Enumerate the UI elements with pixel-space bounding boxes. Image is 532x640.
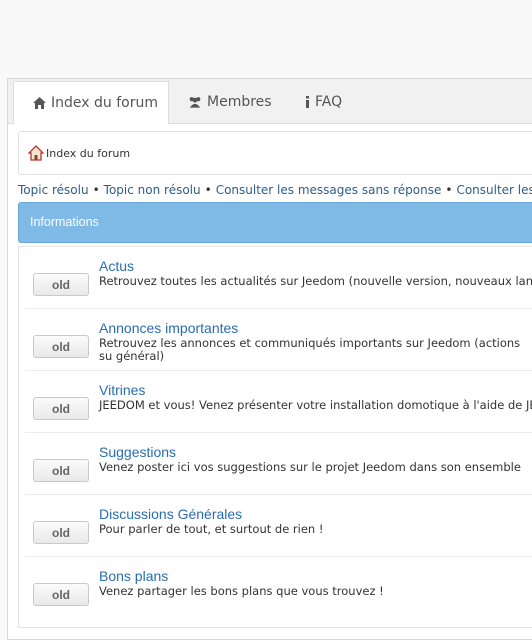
home-icon — [28, 145, 44, 161]
separator: • — [204, 183, 212, 197]
users-icon — [188, 95, 202, 109]
forum-description: Pour parler de tout, et surtout de rien … — [99, 522, 324, 536]
status-badge: old — [33, 583, 89, 606]
separator: • — [445, 183, 453, 197]
tab-label: Membres — [207, 94, 272, 110]
separator: • — [92, 183, 100, 197]
status-badge: old — [33, 459, 89, 482]
forum-row: old Bons plans Venez partager les bons p… — [19, 557, 532, 619]
category-header[interactable]: Informations — [18, 202, 532, 243]
forum-row: old Vitrines JEEDOM et vous! Venez prése… — [19, 371, 532, 433]
link-consulter-messages[interactable]: Consulter les me — [456, 183, 532, 197]
forum-title[interactable]: Suggestions — [99, 444, 176, 460]
forum-row: old Discussions Générales Pour parler de… — [19, 495, 532, 557]
forum-description: Retrouvez toutes les actualités sur Jeed… — [99, 274, 532, 288]
forum-description: Venez poster ici vos suggestions sur le … — [99, 460, 521, 474]
link-topic-resolu[interactable]: Topic résolu — [18, 183, 89, 197]
forum-description: Venez partager les bons plans que vous t… — [99, 584, 384, 598]
forum-row: old Suggestions Venez poster ici vos sug… — [19, 433, 532, 495]
status-badge: old — [33, 397, 89, 420]
tab-membres[interactable]: Membres — [188, 81, 272, 123]
quick-links: Topic résolu • Topic non résolu • Consulter … — [18, 183, 532, 197]
breadcrumb[interactable]: Index du forum — [28, 145, 130, 161]
forum-title[interactable]: Discussions Générales — [99, 506, 242, 522]
forum-title[interactable]: Bons plans — [99, 568, 168, 584]
forum-row: old Actus Retrouvez toutes les actualité… — [19, 247, 532, 309]
tab-index-du-forum[interactable]: Index du forum — [13, 81, 169, 124]
info-icon — [304, 95, 310, 109]
home-icon — [32, 96, 46, 110]
breadcrumb-label: Index du forum — [46, 146, 131, 160]
link-topic-non-resolu[interactable]: Topic non résolu — [104, 183, 201, 197]
tab-label: FAQ — [315, 94, 343, 110]
forum-title[interactable]: Vitrines — [99, 382, 145, 398]
link-unanswered[interactable]: Consulter les messages sans réponse — [216, 183, 442, 197]
tab-label: Index du forum — [51, 95, 158, 111]
navbar: Index du forum Membres FAQ — [8, 79, 532, 124]
status-badge: old — [33, 521, 89, 544]
top-blank-area — [0, 0, 532, 78]
tab-faq[interactable]: FAQ — [304, 81, 342, 123]
status-badge: old — [33, 273, 89, 296]
forum-list: old Actus Retrouvez toutes les actualité… — [18, 246, 532, 628]
forum-description: Retrouvez les annonces et communiqués im… — [99, 336, 521, 363]
forum-title[interactable]: Annonces importantes — [99, 320, 238, 336]
category-title[interactable]: Informations — [30, 215, 99, 229]
forum-row: old Annonces importantes Retrouvez les a… — [19, 309, 532, 371]
status-badge: old — [33, 335, 89, 358]
forum-title[interactable]: Actus — [99, 258, 134, 274]
forum-description: JEEDOM et vous! Venez présenter votre in… — [99, 398, 532, 412]
